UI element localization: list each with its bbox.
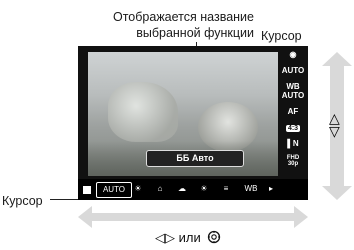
side-item-wb[interactable]: WB AUTO: [280, 82, 306, 100]
cursor-top-callout: Курсор: [261, 29, 302, 43]
bar-item-shade[interactable]: ⌂: [152, 182, 168, 196]
bar-item-tungsten[interactable]: ☀: [196, 182, 212, 196]
up-down-symbol: △ ▽: [329, 110, 340, 139]
side-item-quality[interactable]: ▌N: [280, 139, 306, 148]
function-name-callout: Отображается название выбранной функции: [113, 10, 254, 40]
function-bar: AUTO ☀ ⌂ ☁ ☀ ≡ WB ▸: [78, 179, 308, 200]
horizontal-arrow-band: [78, 206, 308, 228]
camera-screen: ◉ AUTO WB AUTO AF 4:3 ▌N FHD 30p ББ Авто…: [78, 46, 308, 200]
bar-item-auto[interactable]: AUTO: [96, 182, 132, 198]
side-item-iso[interactable]: AUTO: [280, 66, 306, 75]
cursor-marker: [83, 186, 91, 194]
side-item-af[interactable]: AF: [280, 107, 306, 116]
side-menu: ◉ AUTO WB AUTO AF 4:3 ▌N FHD 30p: [280, 50, 306, 174]
bar-item-custom-wb[interactable]: WB: [242, 182, 260, 196]
function-name-box: ББ Авто: [146, 150, 244, 167]
bar-item-cloudy[interactable]: ☁: [174, 182, 190, 196]
side-item-mode[interactable]: ◉: [280, 50, 306, 59]
bar-item-more[interactable]: ▸: [266, 182, 276, 196]
horizontal-hint: ◁▷ или: [155, 230, 221, 247]
dial-icon: [207, 230, 221, 247]
cursor-left-callout: Курсор: [2, 194, 43, 208]
side-item-aspect[interactable]: 4:3: [280, 123, 306, 132]
left-right-or-text: ◁▷ или: [155, 230, 201, 245]
bar-item-sunny[interactable]: ☀: [130, 182, 146, 196]
bar-item-fluorescent[interactable]: ≡: [218, 182, 234, 196]
side-item-video[interactable]: FHD 30p: [280, 155, 306, 167]
